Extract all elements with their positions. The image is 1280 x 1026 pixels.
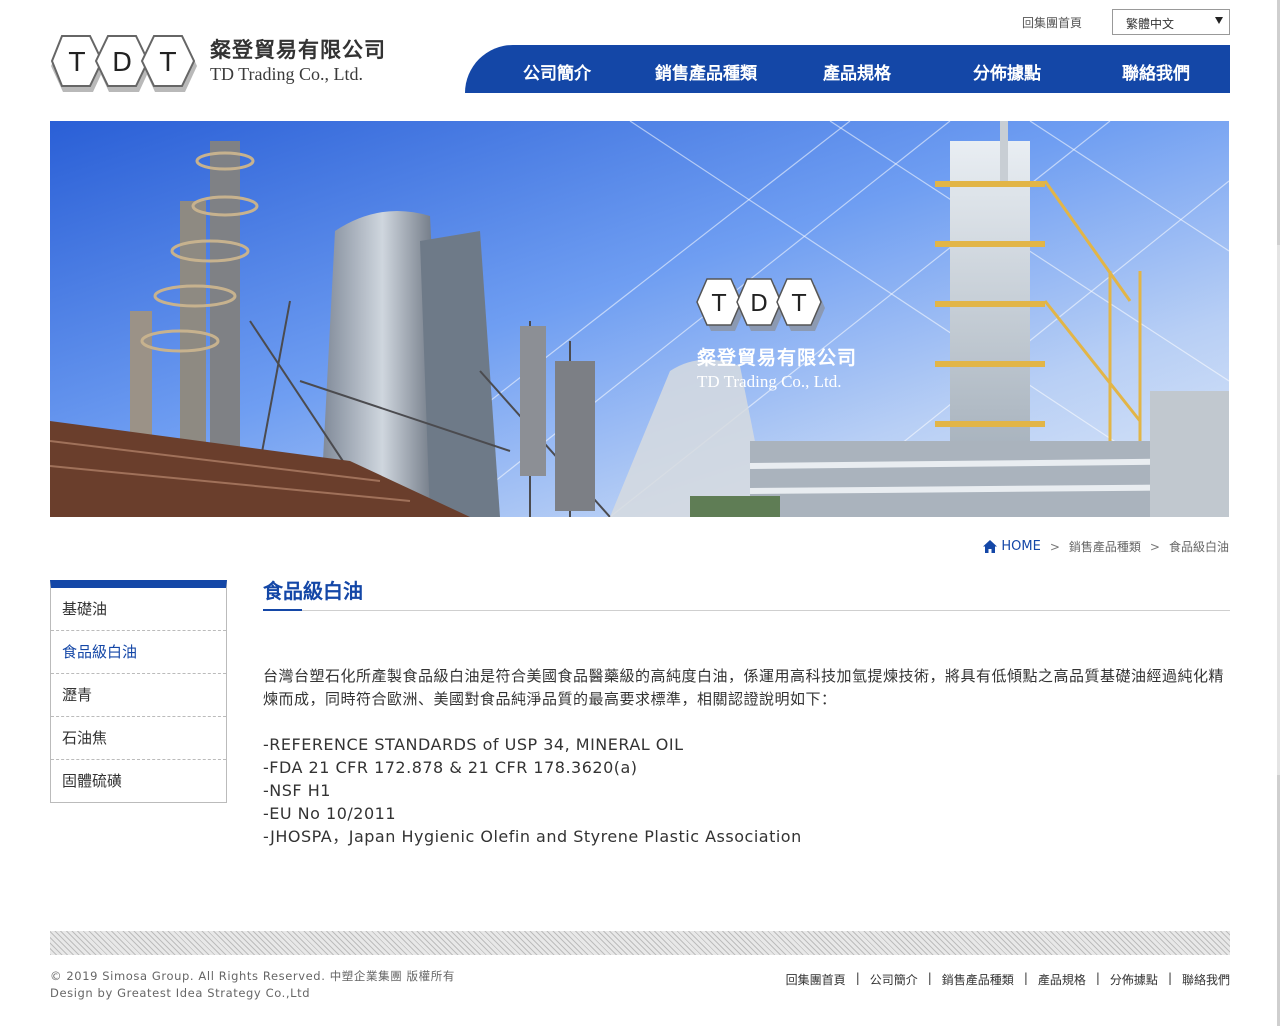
banner-logo-letter-3: T xyxy=(791,291,807,317)
footer-link-separator: | xyxy=(1095,971,1100,985)
footer-link-group-home[interactable]: 回集團首頁 xyxy=(786,971,846,988)
design-credit: Design by Greatest Idea Strategy Co.,Ltd xyxy=(50,986,311,1000)
banner-company-cn: 粲登貿易有限公司 xyxy=(697,347,858,369)
banner-logo-letter-1: T xyxy=(711,291,727,317)
sidebar-item-solid-sulfur[interactable]: 固體硫磺 xyxy=(51,759,226,802)
footer-link-separator: | xyxy=(1023,971,1028,985)
page-title: 食品級白油 xyxy=(263,579,363,603)
logo-letter-2: D xyxy=(112,48,132,78)
standard-item: -JHOSPA，Japan Hygienic Olefin and Styren… xyxy=(263,827,802,846)
banner-tdt-mark: T D T xyxy=(696,278,825,331)
breadcrumb-separator: > xyxy=(1049,539,1060,554)
main-nav: 公司簡介 銷售產品種類 產品規格 分佈據點 聯絡我們 xyxy=(465,45,1230,93)
breadcrumb-current: 食品級白油 xyxy=(1168,540,1229,554)
footer-link-specs[interactable]: 產品規格 xyxy=(1038,971,1086,988)
title-divider-accent xyxy=(263,609,302,611)
language-selected-value: 繁體中文 xyxy=(1126,17,1175,31)
footer-link-contact[interactable]: 聯絡我們 xyxy=(1182,971,1230,988)
breadcrumb-category[interactable]: 銷售產品種類 xyxy=(1069,538,1141,555)
standard-item: -REFERENCE STANDARDS of USP 34, MINERAL … xyxy=(263,735,684,754)
copyright-text: © 2019 Simosa Group. All Rights Reserved… xyxy=(50,969,455,983)
footer-copyright: © 2019 Simosa Group. All Rights Reserved… xyxy=(50,968,455,1002)
product-sidebar: 基礎油 食品級白油 瀝青 石油焦 固體硫磺 xyxy=(50,580,227,803)
nav-item-contact[interactable]: 聯絡我們 xyxy=(1122,59,1190,84)
company-name-cn: 粲登貿易有限公司 xyxy=(210,37,386,62)
footer-link-locations[interactable]: 分佈據點 xyxy=(1110,971,1158,988)
company-name-en: TD Trading Co., Ltd. xyxy=(210,64,364,84)
breadcrumb-separator: > xyxy=(1149,539,1160,554)
chevron-down-icon xyxy=(1215,17,1223,24)
sidebar-item-asphalt[interactable]: 瀝青 xyxy=(51,673,226,716)
breadcrumb-home-label: HOME xyxy=(1001,539,1041,554)
home-icon xyxy=(983,540,998,553)
nav-item-about[interactable]: 公司簡介 xyxy=(523,59,591,84)
nav-item-products[interactable]: 銷售產品種類 xyxy=(655,59,757,84)
banner-company-en: TD Trading Co., Ltd. xyxy=(697,372,842,391)
breadcrumb: HOME > 銷售產品種類 > 食品級白油 xyxy=(983,538,1229,555)
title-divider xyxy=(263,610,1230,611)
language-select[interactable]: 繁體中文 xyxy=(1112,9,1230,35)
logo-letter-1: T xyxy=(68,48,85,78)
footer-link-separator: | xyxy=(1167,971,1172,985)
company-logo[interactable]: T D T 粲登貿易有限公司 TD Trading Co., Ltd. xyxy=(50,28,390,96)
sidebar-item-petroleum-coke[interactable]: 石油焦 xyxy=(51,716,226,759)
standard-item: -FDA 21 CFR 172.878 & 21 CFR 178.3620(a) xyxy=(263,758,638,777)
footer-link-products[interactable]: 銷售產品種類 xyxy=(942,971,1014,988)
banner-logo: T D T 粲登貿易有限公司 TD Trading Co., Ltd. xyxy=(695,273,895,393)
sidebar-item-base-oil[interactable]: 基礎油 xyxy=(51,588,226,630)
standard-item: -NSF H1 xyxy=(263,781,331,800)
footer-link-separator: | xyxy=(855,971,860,985)
refinery-banner-image xyxy=(50,121,1229,517)
tdt-logo-mark: T D T xyxy=(50,30,200,92)
footer-link-about[interactable]: 公司簡介 xyxy=(870,971,918,988)
breadcrumb-home[interactable]: HOME xyxy=(983,539,1041,554)
nav-item-specs[interactable]: 產品規格 xyxy=(823,59,891,84)
footer-links: 回集團首頁 | 公司簡介 | 銷售產品種類 | 產品規格 | 分佈據點 | 聯絡… xyxy=(786,971,1230,988)
footer-link-separator: | xyxy=(927,971,932,985)
logo-letter-3: T xyxy=(159,48,176,78)
sidebar-item-food-grade-white-oil[interactable]: 食品級白油 xyxy=(51,630,226,673)
footer-divider-pattern xyxy=(50,931,1230,955)
standards-list: -REFERENCE STANDARDS of USP 34, MINERAL … xyxy=(263,733,802,848)
nav-item-locations[interactable]: 分佈據點 xyxy=(973,59,1041,84)
banner-logo-letter-2: D xyxy=(750,291,768,317)
standard-item: -EU No 10/2011 xyxy=(263,804,396,823)
group-home-link[interactable]: 回集團首頁 xyxy=(1022,14,1082,31)
product-description: 台灣台塑石化所產製食品級白油是符合美國食品醫藥級的高純度白油，係運用高科技加氫提… xyxy=(263,667,1225,708)
hero-banner: T D T 粲登貿易有限公司 TD Trading Co., Ltd. xyxy=(50,121,1229,517)
